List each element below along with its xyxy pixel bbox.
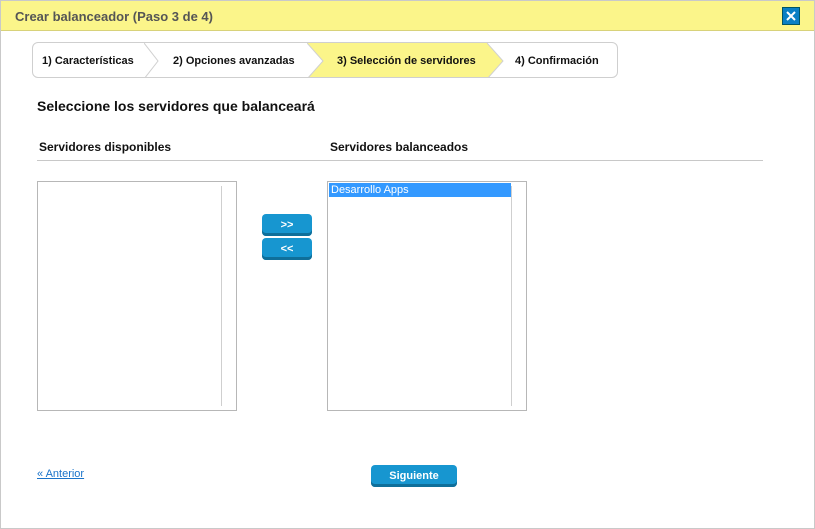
- wizard-step-4-label: 4) Confirmación: [515, 55, 599, 67]
- header-divider: [37, 160, 763, 161]
- wizard-step-4[interactable]: 4) Confirmación: [505, 43, 617, 77]
- wizard-step-3-label: 3) Selección de servidores: [337, 55, 476, 67]
- wizard-step-3[interactable]: 3) Selección de servidores: [307, 43, 487, 77]
- wizard-step-1[interactable]: 1) Características: [33, 43, 148, 77]
- dialog-titlebar: Crear balanceador (Paso 3 de 4): [1, 1, 814, 31]
- step-separator-active: [487, 43, 504, 77]
- close-button[interactable]: [782, 7, 800, 25]
- step-separator: [144, 43, 159, 77]
- step-separator: [307, 43, 324, 77]
- balanced-servers-header: Servidores balanceados: [330, 140, 469, 154]
- available-list-scrollbar[interactable]: [221, 186, 222, 406]
- wizard-step-2-label: 2) Opciones avanzadas: [173, 55, 295, 67]
- dialog: Crear balanceador (Paso 3 de 4) 1) Carac…: [0, 0, 815, 529]
- page-heading: Seleccione los servidores que balanceará: [37, 98, 315, 114]
- balanced-list-scrollbar[interactable]: [511, 186, 512, 406]
- wizard-steps: 1) Características 2) Opciones avanzadas…: [32, 42, 618, 78]
- available-servers-list[interactable]: [37, 181, 237, 411]
- dialog-title: Crear balanceador (Paso 3 de 4): [15, 9, 213, 24]
- wizard-step-2[interactable]: 2) Opciones avanzadas: [159, 43, 307, 77]
- back-link[interactable]: « Anterior: [37, 468, 84, 480]
- add-server-button[interactable]: >>: [262, 214, 312, 236]
- close-icon: [786, 11, 796, 21]
- next-button[interactable]: Siguiente: [371, 465, 457, 487]
- available-servers-header: Servidores disponibles: [39, 140, 172, 154]
- wizard-step-1-label: 1) Características: [42, 55, 134, 67]
- list-item-selected[interactable]: Desarrollo Apps: [329, 183, 511, 197]
- balanced-servers-list[interactable]: Desarrollo Apps: [327, 181, 527, 411]
- remove-server-button[interactable]: <<: [262, 238, 312, 260]
